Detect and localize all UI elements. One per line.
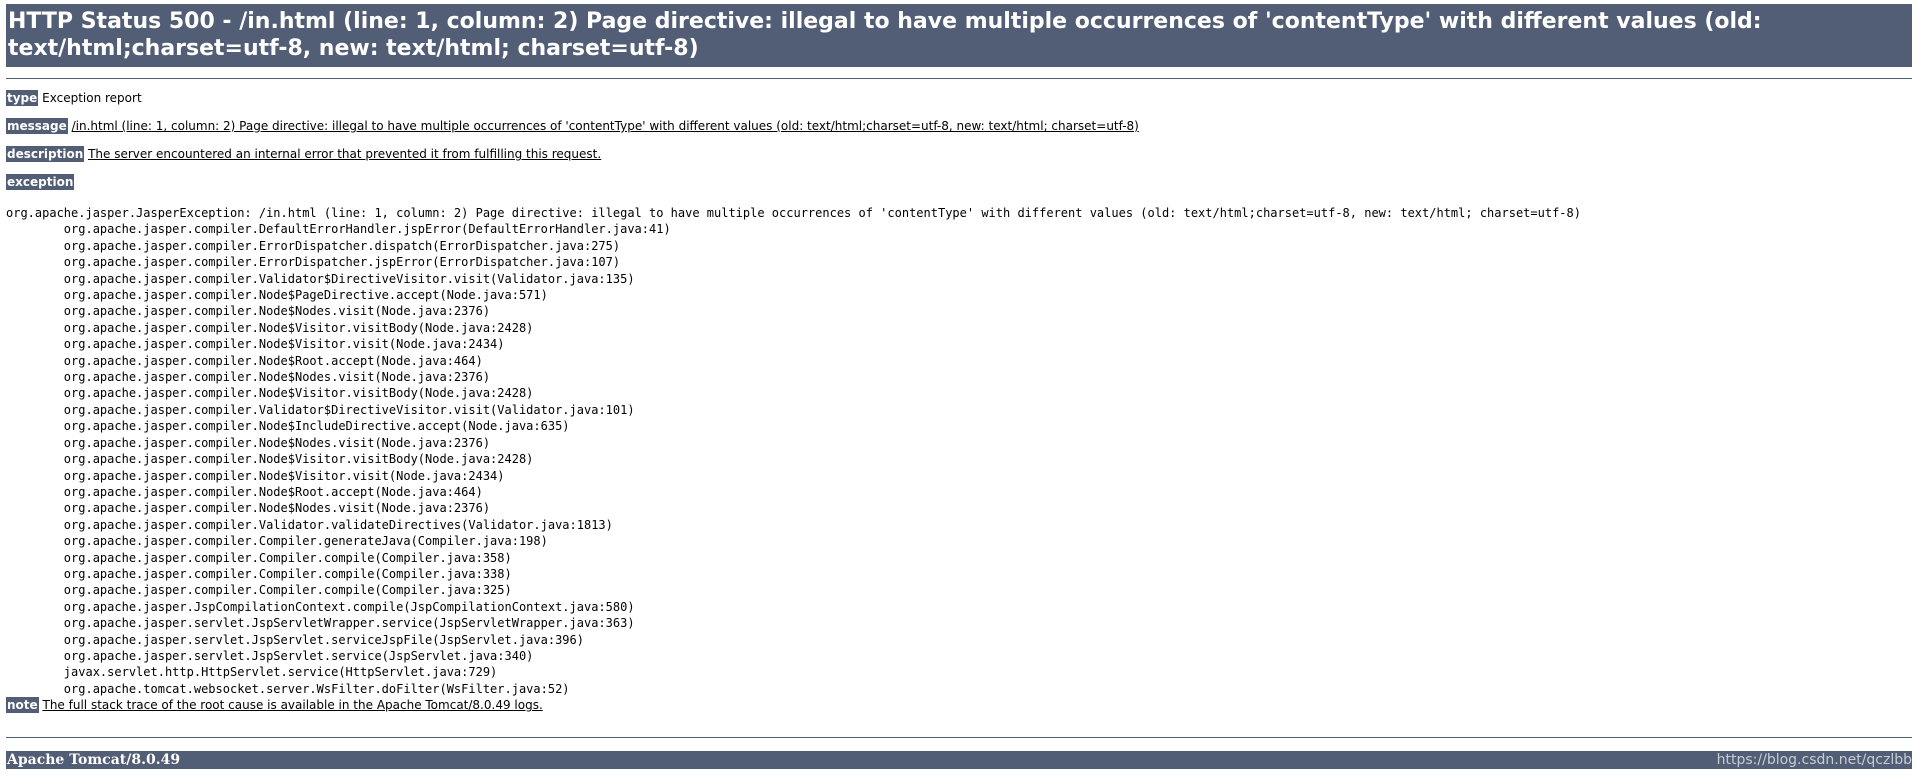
message-label: message [6, 118, 68, 134]
note-row: note The full stack trace of the root ca… [6, 697, 1912, 725]
exception-row: exception [6, 174, 1912, 191]
page-title: HTTP Status 500 - /in.html (line: 1, col… [6, 4, 1912, 67]
watermark: https://blog.csdn.net/qczlbb [1716, 752, 1912, 768]
message-value: /in.html (line: 1, column: 2) Page direc… [71, 119, 1139, 133]
server-version: Apache Tomcat/8.0.49 [7, 752, 181, 768]
description-label: description [6, 146, 85, 162]
divider [6, 78, 1912, 79]
message-row: message /in.html (line: 1, column: 2) Pa… [6, 118, 1912, 146]
description-row: description The server encountered an in… [6, 146, 1912, 174]
type-row: type Exception report [6, 90, 1912, 118]
exception-label: exception [6, 174, 75, 190]
error-page: HTTP Status 500 - /in.html (line: 1, col… [6, 4, 1912, 725]
note-label: note [6, 697, 39, 714]
description-value: The server encountered an internal error… [88, 147, 602, 161]
footer-divider [6, 737, 1912, 738]
footer-bar: Apache Tomcat/8.0.49 https://blog.csdn.n… [6, 751, 1912, 769]
note-value: The full stack trace of the root cause i… [42, 698, 543, 713]
type-label: type [6, 90, 39, 106]
stack-trace[interactable]: org.apache.jasper.JasperException: /in.h… [6, 205, 1912, 697]
type-value: Exception report [42, 91, 142, 105]
